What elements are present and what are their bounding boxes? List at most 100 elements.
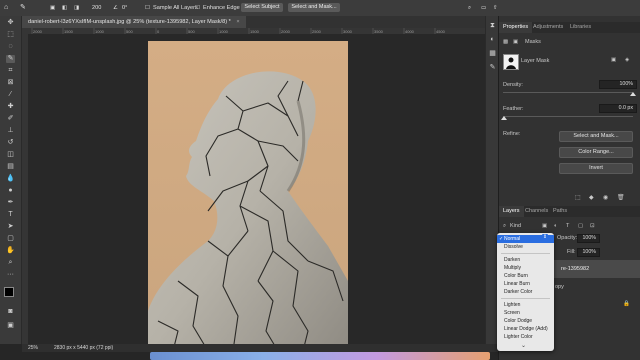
select-vector-mask-icon[interactable]: ◈	[625, 57, 629, 63]
blend-mode-dropdown-chevron-icon[interactable]: ⇕	[542, 234, 548, 241]
enhance-edge-checkbox[interactable]: ☐	[195, 4, 200, 12]
ruler-top[interactable]: 2000 1500 1000 500 0 500 1000 1500 2000 2500 3000 3…	[22, 28, 498, 34]
blend-mode-screen[interactable]: Screen	[497, 309, 554, 317]
invert-button[interactable]: Invert	[559, 163, 633, 174]
filter-type-icon[interactable]: T	[566, 223, 569, 229]
statue-artwork	[148, 71, 348, 351]
delete-mask-icon[interactable]: 🗑	[617, 194, 625, 201]
tab-channels[interactable]: Channels	[521, 206, 552, 217]
layer-copy-name[interactable]: opy	[555, 284, 564, 290]
feather-field[interactable]: 0.0 px	[599, 104, 637, 113]
move-tool-icon[interactable]: ✥	[6, 19, 15, 27]
select-and-mask-button[interactable]: Select and Mask...	[288, 3, 340, 12]
zoom-level[interactable]: 25%	[28, 344, 38, 352]
filter-smart-object-icon[interactable]: ⊡	[590, 223, 595, 229]
angle-value[interactable]: 0°	[122, 4, 127, 12]
foreground-color-swatch[interactable]	[4, 287, 14, 297]
dodge-tool-icon[interactable]: ●	[6, 187, 15, 195]
gradient-tool-icon[interactable]: ▤	[6, 163, 15, 171]
apply-mask-icon[interactable]: ◆	[589, 194, 594, 201]
crop-tool-icon[interactable]: ⌗	[6, 67, 15, 75]
density-field[interactable]: 100%	[599, 80, 637, 89]
hand-tool-icon[interactable]: ✋	[6, 247, 15, 255]
rectangle-tool-icon[interactable]: ▢	[6, 235, 15, 243]
blend-mode-menu[interactable]: ✓ Normal Dissolve Darken Multiply Color …	[497, 233, 554, 351]
brush-tool-icon[interactable]: ✐	[6, 115, 15, 123]
blend-mode-linear-dodge[interactable]: Linear Dodge (Add)	[497, 325, 554, 333]
type-tool-icon[interactable]: T	[6, 211, 15, 219]
density-slider-knob[interactable]	[630, 92, 636, 96]
tab-paths[interactable]: Paths	[549, 206, 571, 217]
eyedropper-tool-icon[interactable]: ⁄	[6, 91, 15, 99]
frame-tool-icon[interactable]: ⊠	[6, 79, 15, 87]
filter-adjustment-icon[interactable]: ◐	[554, 223, 557, 229]
clone-stamp-icon[interactable]: ⊥	[6, 127, 15, 135]
add-selection-icon[interactable]: ◧	[62, 4, 67, 12]
healing-brush-icon[interactable]: ✚	[6, 103, 15, 111]
density-slider[interactable]	[503, 92, 633, 93]
filter-search-icon: ⌕	[503, 223, 507, 229]
opacity-field[interactable]: 100%	[577, 234, 600, 243]
quick-selection-tool-icon[interactable]: ✎	[6, 55, 15, 63]
select-subject-button[interactable]: Select Subject	[241, 3, 283, 12]
more-tools-icon[interactable]: ···	[6, 271, 15, 279]
layer-mask-thumbnail[interactable]	[503, 54, 519, 70]
blend-mode-lighter-color[interactable]: Lighter Color	[497, 333, 554, 341]
blend-mode-color-dodge[interactable]: Color Dodge	[497, 317, 554, 325]
pen-tool-icon[interactable]: ✒	[6, 199, 15, 207]
blend-mode-color-burn[interactable]: Color Burn	[497, 272, 554, 280]
search-icon[interactable]: ⌕	[468, 4, 471, 12]
menu-separator	[501, 298, 550, 299]
eraser-tool-icon[interactable]: ◫	[6, 151, 15, 159]
blend-mode-dissolve[interactable]: Dissolve	[497, 243, 554, 251]
scroll-down-chevron-icon[interactable]: ⌄	[521, 342, 526, 349]
brush-size-value[interactable]: 200	[92, 4, 101, 12]
sample-all-layers-checkbox[interactable]: ☐	[145, 4, 150, 12]
share-icon[interactable]: ⇧	[493, 4, 498, 12]
feather-slider[interactable]	[503, 116, 633, 117]
swatches-panel-icon[interactable]: ▦	[488, 50, 497, 58]
filter-pixel-icon[interactable]: ▣	[542, 223, 547, 229]
ruler-left[interactable]	[22, 28, 28, 344]
marquee-tool-icon[interactable]: ⬚	[6, 31, 15, 39]
home-icon[interactable]: ⌂	[4, 4, 8, 12]
tab-libraries[interactable]: Libraries	[566, 22, 595, 33]
document-tab-title: daniel-robert-l3z6YXsIfIM-unsplash.jpg @…	[28, 19, 231, 25]
tab-properties[interactable]: Properties	[499, 22, 533, 33]
color-panel-icon[interactable]: ◐	[488, 36, 497, 44]
select-pixel-mask-icon[interactable]: ▣	[611, 57, 616, 63]
zoom-tool-icon[interactable]: ⌕	[6, 259, 15, 267]
load-selection-icon[interactable]: ⬚	[575, 194, 581, 201]
select-and-mask-panel-button[interactable]: Select and Mask...	[559, 131, 633, 142]
tab-adjustments[interactable]: Adjustments	[529, 22, 567, 33]
new-selection-icon[interactable]: ▣	[50, 4, 55, 12]
history-panel-icon[interactable]: ⧗	[488, 22, 497, 30]
layer-name[interactable]: re-1395982	[561, 266, 589, 272]
path-selection-icon[interactable]: ➤	[6, 223, 15, 231]
kind-filter[interactable]: Kind	[510, 223, 521, 229]
blend-mode-multiply[interactable]: Multiply	[497, 264, 554, 272]
visibility-icon[interactable]: ◉	[603, 194, 608, 201]
blend-mode-lighten[interactable]: Lighten	[497, 301, 554, 309]
blur-tool-icon[interactable]: 💧	[6, 175, 15, 183]
ruler-label: 500	[126, 29, 133, 34]
subtract-selection-icon[interactable]: ◨	[74, 4, 79, 12]
blend-mode-linear-burn[interactable]: Linear Burn	[497, 280, 554, 288]
blend-mode-darker-color[interactable]: Darker Color	[497, 288, 554, 296]
lasso-tool-icon[interactable]: ◌	[6, 43, 15, 51]
filter-shape-icon[interactable]: ▢	[578, 223, 583, 229]
workspace-icon[interactable]: ▭	[481, 4, 486, 12]
canvas-image[interactable]	[148, 41, 348, 351]
blend-mode-darken[interactable]: Darken	[497, 256, 554, 264]
history-brush-icon[interactable]: ↺	[6, 139, 15, 147]
fill-field[interactable]: 100%	[577, 248, 600, 257]
screen-mode-icon[interactable]: ▣	[6, 322, 15, 330]
document-tab[interactable]: daniel-robert-l3z6YXsIfIM-unsplash.jpg @…	[22, 16, 246, 28]
brush-panel-icon[interactable]: ✎	[488, 64, 497, 72]
color-range-button[interactable]: Color Range...	[559, 147, 633, 158]
close-icon[interactable]: ×	[236, 19, 239, 25]
quick-mask-icon[interactable]: ◙	[6, 308, 15, 316]
quick-select-tool-icon[interactable]: ✎	[20, 4, 26, 12]
tab-layers[interactable]: Layers	[499, 206, 524, 217]
feather-slider-knob[interactable]	[501, 116, 507, 120]
